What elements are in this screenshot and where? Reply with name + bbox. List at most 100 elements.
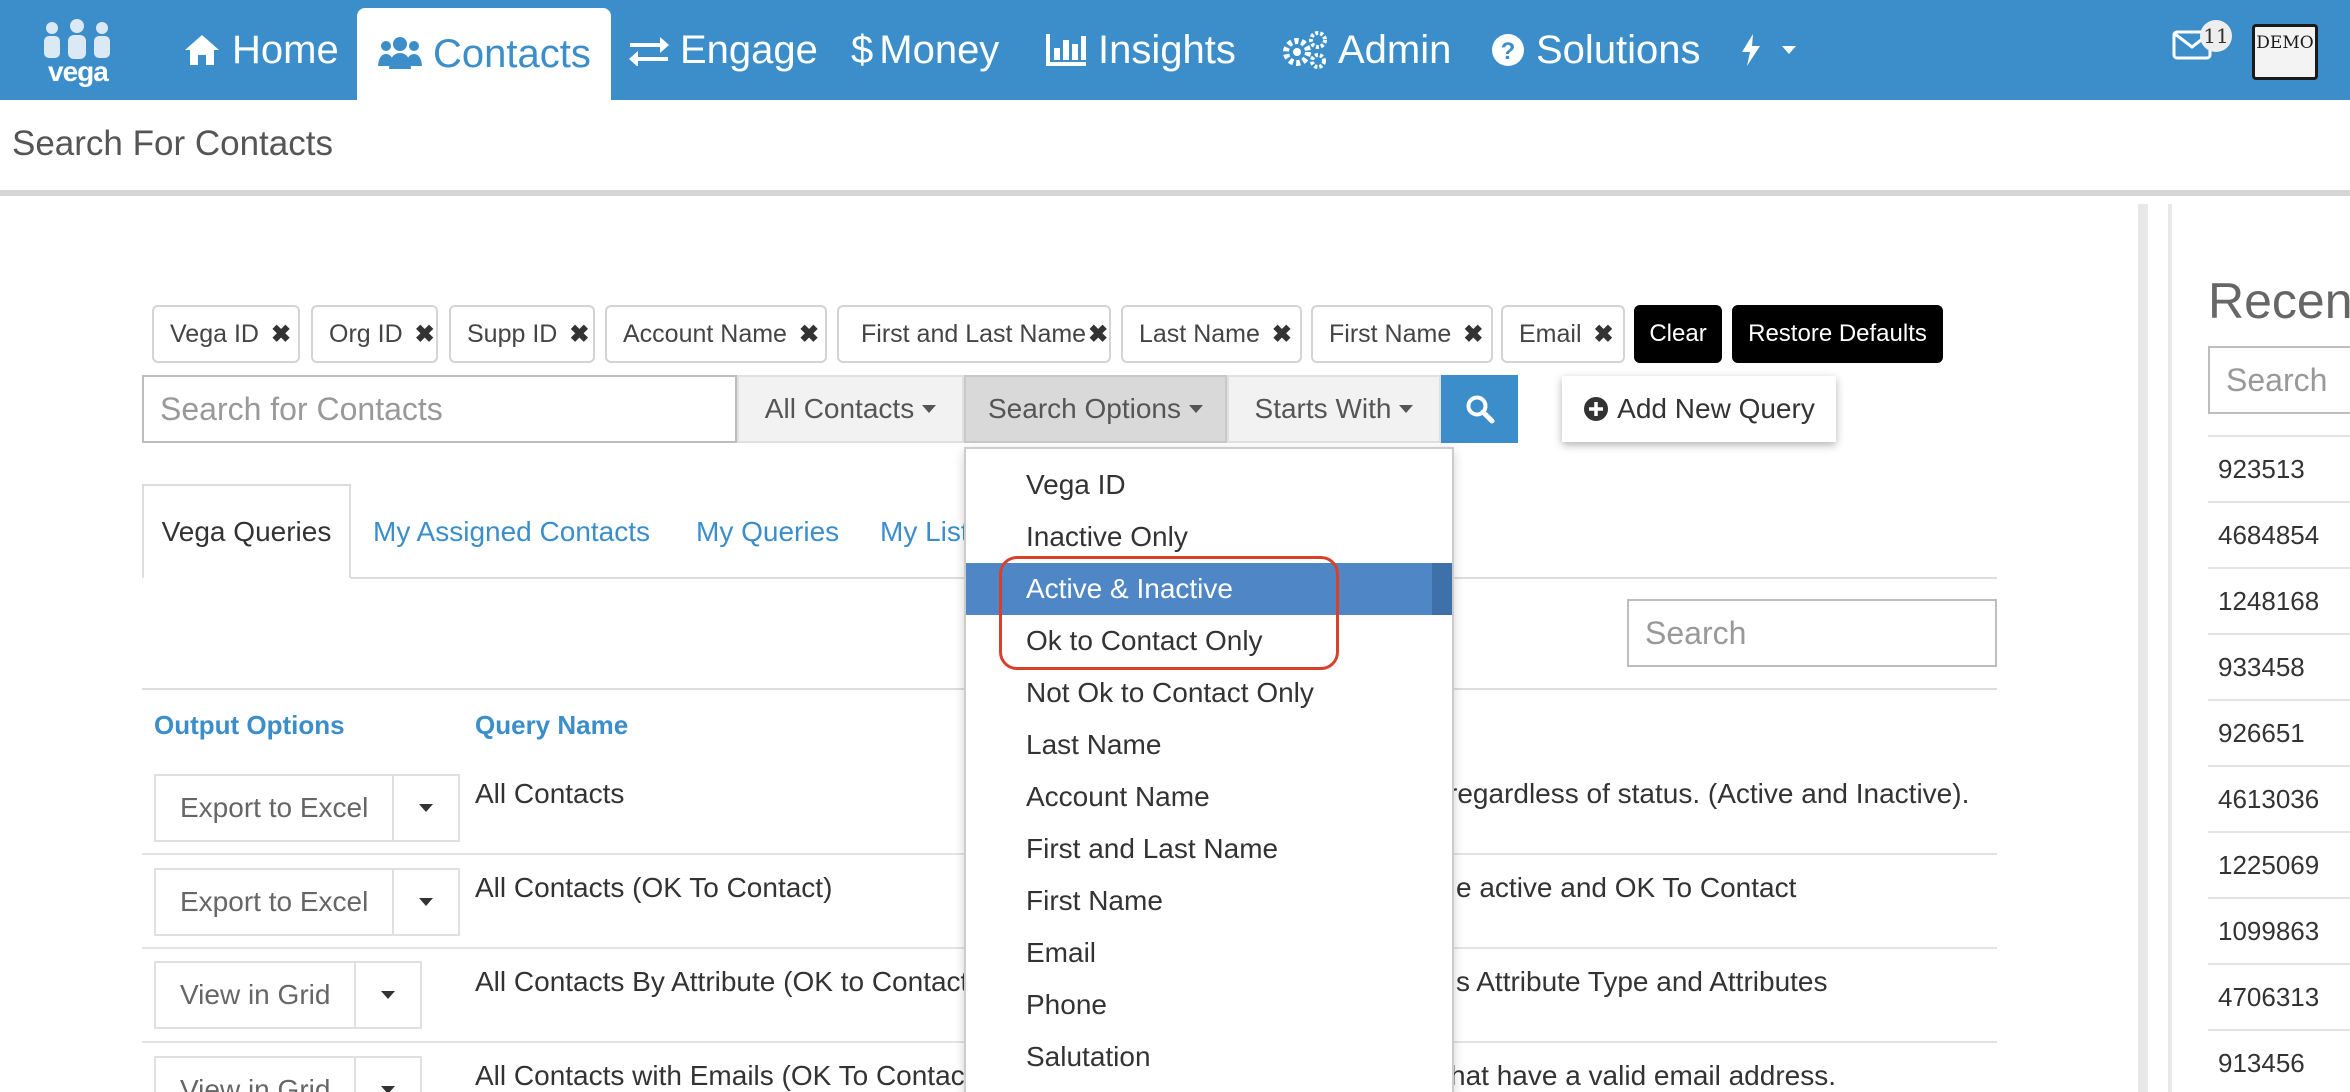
menu-item-active-inactive[interactable]: Active & Inactive (966, 563, 1452, 615)
menu-item-not-ok-to-contact-only[interactable]: Not Ok to Contact Only (966, 667, 1452, 719)
search-options-dropdown[interactable]: Search Options (964, 375, 1227, 443)
output-split-button[interactable]: Export to Excel (154, 868, 461, 936)
nav-contacts[interactable]: Contacts (357, 8, 611, 100)
menu-item-email[interactable]: Email (966, 927, 1452, 979)
recent-contact-item[interactable]: 4613036 (2208, 765, 2350, 831)
recent-title: Recent (2208, 273, 2350, 329)
menu-item-vega-id[interactable]: Vega ID (966, 459, 1452, 511)
bolt-icon (1742, 34, 1760, 66)
output-split-button[interactable]: Export to Excel (154, 774, 461, 842)
output-dropdown-toggle[interactable] (356, 963, 420, 1027)
close-icon[interactable]: ✖ (1272, 320, 1292, 349)
column-header-output-options[interactable]: Output Options (154, 710, 345, 741)
chevron-down-icon (419, 898, 434, 906)
recent-search-input[interactable]: Search (2208, 346, 2350, 414)
quick-actions-menu[interactable] (1738, 0, 1796, 100)
nav-money-label: Money (879, 27, 1000, 72)
recent-contact-item[interactable]: 4684854 (2208, 501, 2350, 567)
tab-my-queries[interactable]: My Queries (696, 484, 839, 579)
filter-chip-first-name[interactable]: First Name ✖ (1311, 305, 1493, 363)
recent-contact-item[interactable]: 1248168 (2208, 567, 2350, 633)
add-new-query-button[interactable]: Add New Query (1562, 376, 1836, 442)
query-name[interactable]: All Contacts with Emails (OK To Contact (475, 1060, 972, 1092)
menu-item-phone[interactable]: Phone (966, 979, 1452, 1031)
filter-chip-first-last-name[interactable]: First and Last Name ✖ (837, 305, 1111, 363)
messages-button[interactable]: 11 (2172, 20, 2232, 65)
query-name[interactable]: All Contacts By Attribute (OK to Contact (475, 966, 968, 998)
query-name[interactable]: All Contacts (475, 778, 624, 810)
nav-money[interactable]: $ Money (851, 0, 999, 100)
search-options-menu: Vega ID Inactive Only Active & Inactive … (964, 447, 1454, 1092)
plus-circle-icon (1584, 397, 1609, 421)
recent-contact-item[interactable]: 913456 (2208, 1029, 2350, 1092)
menu-item-last-name[interactable]: Last Name (966, 719, 1452, 771)
recent-contact-item[interactable]: 923513 (2208, 435, 2350, 501)
filter-chip-email[interactable]: Email ✖ (1501, 305, 1625, 363)
gears-icon (1283, 31, 1327, 69)
menu-item-account-name[interactable]: Account Name (966, 771, 1452, 823)
search-icon (1466, 395, 1494, 424)
tab-vega-queries[interactable]: Vega Queries (142, 484, 351, 579)
close-icon[interactable]: ✖ (1463, 320, 1483, 349)
nav-admin[interactable]: Admin (1282, 0, 1451, 100)
home-icon (185, 35, 219, 65)
recent-contact-item[interactable]: 1225069 (2208, 831, 2350, 897)
search-button[interactable] (1441, 375, 1518, 443)
recent-contact-item[interactable]: 4706313 (2208, 963, 2350, 1029)
chip-label: Vega ID (170, 319, 259, 348)
output-dropdown-toggle[interactable] (394, 776, 458, 840)
output-label[interactable]: Export to Excel (156, 776, 395, 840)
nav-solutions[interactable]: ? Solutions (1490, 0, 1701, 100)
query-description: regardless of status. (Active and Inacti… (1448, 778, 1970, 809)
column-header-query-name[interactable]: Query Name (475, 710, 628, 741)
chip-label: Supp ID (467, 319, 558, 348)
close-icon[interactable]: ✖ (569, 320, 589, 349)
query-name[interactable]: All Contacts (OK To Contact) (475, 872, 832, 904)
close-icon[interactable]: ✖ (271, 320, 291, 349)
add-query-label: Add New Query (1617, 393, 1815, 424)
close-icon[interactable]: ✖ (1594, 320, 1614, 349)
users-icon (378, 37, 422, 69)
nav-insights[interactable]: Insights (1044, 0, 1236, 100)
tab-my-assigned-contacts[interactable]: My Assigned Contacts (373, 484, 650, 579)
page-title: Search For Contacts (12, 124, 333, 163)
contact-search-input[interactable]: Search for Contacts (142, 375, 737, 443)
nav-home[interactable]: Home (182, 0, 339, 100)
output-split-button[interactable]: View in Grid (154, 1056, 423, 1092)
output-split-button[interactable]: View in Grid (154, 961, 423, 1029)
menu-item-salutation[interactable]: Salutation (966, 1031, 1452, 1083)
recent-contact-item[interactable]: 1099863 (2208, 897, 2350, 963)
grid-search-input[interactable]: Search (1627, 599, 1997, 667)
menu-item-first-name[interactable]: First Name (966, 875, 1452, 927)
output-label[interactable]: Export to Excel (156, 870, 395, 934)
scope-label: All Contacts (764, 393, 915, 424)
filter-chip-org-id[interactable]: Org ID ✖ (311, 305, 438, 363)
menu-item-ok-to-contact-only[interactable]: Ok to Contact Only (966, 615, 1452, 667)
recent-contact-item[interactable]: 933458 (2208, 633, 2350, 699)
match-mode-dropdown[interactable]: Starts With (1227, 375, 1441, 443)
filter-chip-account-name[interactable]: Account Name ✖ (605, 305, 827, 363)
filter-chip-vega-id[interactable]: Vega ID ✖ (152, 305, 300, 363)
chip-label: Account Name (623, 319, 787, 348)
filter-chip-supp-id[interactable]: Supp ID ✖ (449, 305, 595, 363)
exchange-icon (629, 37, 669, 66)
filter-chip-last-name[interactable]: Last Name ✖ (1121, 305, 1302, 363)
vega-logo[interactable]: vega (40, 18, 114, 88)
demo-account-button[interactable]: DEMO (2252, 24, 2318, 80)
recent-contact-item[interactable]: 926651 (2208, 699, 2350, 765)
restore-defaults-button[interactable]: Restore Defaults (1732, 305, 1943, 363)
output-dropdown-toggle[interactable] (394, 870, 458, 934)
close-icon[interactable]: ✖ (1088, 320, 1108, 349)
message-count-badge: 11 (2200, 20, 2232, 52)
close-icon[interactable]: ✖ (415, 320, 435, 349)
output-label[interactable]: View in Grid (156, 1058, 357, 1092)
output-dropdown-toggle[interactable] (356, 1058, 420, 1092)
clear-button[interactable]: Clear (1634, 305, 1722, 363)
contact-scope-dropdown[interactable]: All Contacts (737, 375, 964, 443)
top-nav: vega Home Contacts Engage $ Money Insigh… (0, 0, 2350, 100)
close-icon[interactable]: ✖ (799, 320, 819, 349)
menu-item-inactive-only[interactable]: Inactive Only (966, 511, 1452, 563)
nav-engage[interactable]: Engage (628, 0, 818, 100)
output-label[interactable]: View in Grid (156, 963, 357, 1027)
menu-item-first-last-name[interactable]: First and Last Name (966, 823, 1452, 875)
